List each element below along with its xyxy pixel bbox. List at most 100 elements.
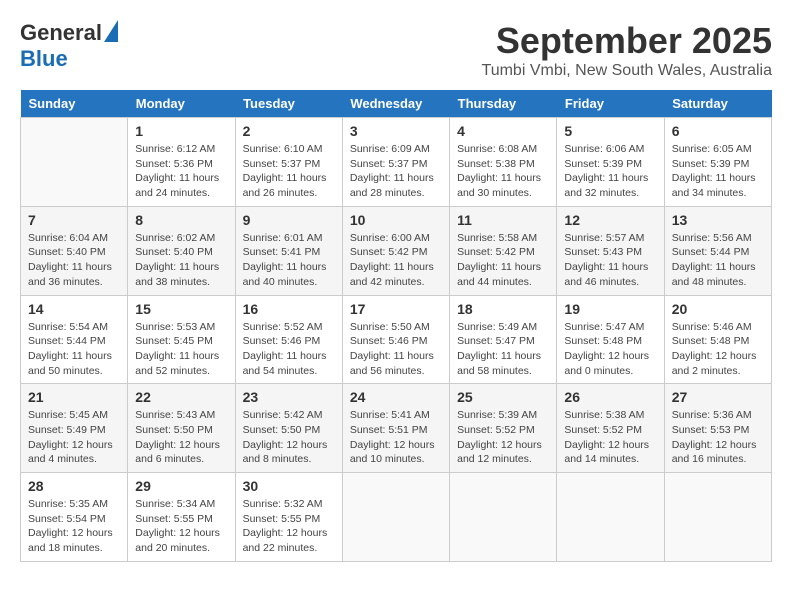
day-number: 15 — [135, 301, 227, 317]
calendar-week-row: 21 Sunrise: 5:45 AM Sunset: 5:49 PM Dayli… — [21, 384, 772, 473]
calendar-cell: 20 Sunrise: 5:46 AM Sunset: 5:48 PM Dayli… — [664, 295, 771, 384]
day-info: Sunrise: 6:09 AM Sunset: 5:37 PM Dayligh… — [350, 142, 442, 201]
calendar-cell: 29 Sunrise: 5:34 AM Sunset: 5:55 PM Dayli… — [128, 473, 235, 562]
calendar-cell: 27 Sunrise: 5:36 AM Sunset: 5:53 PM Dayli… — [664, 384, 771, 473]
day-number: 18 — [457, 301, 549, 317]
day-info: Sunrise: 6:05 AM Sunset: 5:39 PM Dayligh… — [672, 142, 764, 201]
day-info: Sunrise: 5:34 AM Sunset: 5:55 PM Dayligh… — [135, 497, 227, 556]
calendar-cell: 25 Sunrise: 5:39 AM Sunset: 5:52 PM Dayli… — [450, 384, 557, 473]
day-info: Sunrise: 5:43 AM Sunset: 5:50 PM Dayligh… — [135, 408, 227, 467]
day-number: 25 — [457, 389, 549, 405]
calendar-cell: 26 Sunrise: 5:38 AM Sunset: 5:52 PM Dayli… — [557, 384, 664, 473]
calendar-cell: 13Sunrise: 5:56 AM Sunset: 5:44 PM Dayli… — [664, 206, 771, 295]
calendar-cell: 18 Sunrise: 5:49 AM Sunset: 5:47 PM Dayli… — [450, 295, 557, 384]
day-number: 29 — [135, 478, 227, 494]
day-info: Sunrise: 5:54 AM Sunset: 5:44 PM Dayligh… — [28, 320, 120, 379]
day-info: Sunrise: 5:58 AM Sunset: 5:42 PM Dayligh… — [457, 231, 549, 290]
calendar-cell: 19 Sunrise: 5:47 AM Sunset: 5:48 PM Dayli… — [557, 295, 664, 384]
day-info: Sunrise: 5:39 AM Sunset: 5:52 PM Dayligh… — [457, 408, 549, 467]
calendar-cell — [450, 473, 557, 562]
day-number: 8 — [135, 212, 227, 228]
calendar-cell: 6 Sunrise: 6:05 AM Sunset: 5:39 PM Daylig… — [664, 118, 771, 207]
calendar-cell: 10 Sunrise: 6:00 AM Sunset: 5:42 PM Dayli… — [342, 206, 449, 295]
calendar-cell: 21 Sunrise: 5:45 AM Sunset: 5:49 PM Dayli… — [21, 384, 128, 473]
logo-general-text: General — [20, 20, 102, 46]
day-info: Sunrise: 6:10 AM Sunset: 5:37 PM Dayligh… — [243, 142, 335, 201]
col-header-sunday: Sunday — [21, 90, 128, 118]
month-title: September 2025 — [482, 20, 772, 62]
calendar-cell: 14 Sunrise: 5:54 AM Sunset: 5:44 PM Dayli… — [21, 295, 128, 384]
day-number: 23 — [243, 389, 335, 405]
calendar-cell — [664, 473, 771, 562]
day-info: Sunrise: 5:49 AM Sunset: 5:47 PM Dayligh… — [457, 320, 549, 379]
col-header-saturday: Saturday — [664, 90, 771, 118]
logo-triangle-icon — [104, 20, 118, 42]
day-info: Sunrise: 6:06 AM Sunset: 5:39 PM Dayligh… — [564, 142, 656, 201]
logo: General Blue — [20, 20, 118, 72]
day-info: Sunrise: 6:02 AM Sunset: 5:40 PM Dayligh… — [135, 231, 227, 290]
day-info: Sunrise: 5:47 AM Sunset: 5:48 PM Dayligh… — [564, 320, 656, 379]
calendar-cell: 12 Sunrise: 5:57 AM Sunset: 5:43 PM Dayli… — [557, 206, 664, 295]
day-info: Sunrise: 5:53 AM Sunset: 5:45 PM Dayligh… — [135, 320, 227, 379]
calendar-week-row: 1 Sunrise: 6:12 AM Sunset: 5:36 PM Daylig… — [21, 118, 772, 207]
day-number: 30 — [243, 478, 335, 494]
day-number: 27 — [672, 389, 764, 405]
day-info: Sunrise: 6:00 AM Sunset: 5:42 PM Dayligh… — [350, 231, 442, 290]
calendar-cell: 7Sunrise: 6:04 AM Sunset: 5:40 PM Daylig… — [21, 206, 128, 295]
day-info: Sunrise: 5:38 AM Sunset: 5:52 PM Dayligh… — [564, 408, 656, 467]
day-number: 2 — [243, 123, 335, 139]
title-section: September 2025 Tumbi Vmbi, New South Wal… — [482, 20, 772, 80]
day-number: 6 — [672, 123, 764, 139]
day-number: 4 — [457, 123, 549, 139]
calendar-cell — [21, 118, 128, 207]
day-number: 21 — [28, 389, 120, 405]
calendar-header-row: SundayMondayTuesdayWednesdayThursdayFrid… — [21, 90, 772, 118]
day-info: Sunrise: 5:36 AM Sunset: 5:53 PM Dayligh… — [672, 408, 764, 467]
day-info: Sunrise: 5:50 AM Sunset: 5:46 PM Dayligh… — [350, 320, 442, 379]
calendar-cell: 16 Sunrise: 5:52 AM Sunset: 5:46 PM Dayli… — [235, 295, 342, 384]
calendar-cell — [342, 473, 449, 562]
calendar-cell: 24Sunrise: 5:41 AM Sunset: 5:51 PM Dayli… — [342, 384, 449, 473]
day-number: 3 — [350, 123, 442, 139]
col-header-thursday: Thursday — [450, 90, 557, 118]
day-number: 1 — [135, 123, 227, 139]
calendar-cell: 9Sunrise: 6:01 AM Sunset: 5:41 PM Daylig… — [235, 206, 342, 295]
day-number: 16 — [243, 301, 335, 317]
calendar-cell: 5Sunrise: 6:06 AM Sunset: 5:39 PM Daylig… — [557, 118, 664, 207]
day-number: 11 — [457, 212, 549, 228]
day-info: Sunrise: 5:41 AM Sunset: 5:51 PM Dayligh… — [350, 408, 442, 467]
day-info: Sunrise: 5:42 AM Sunset: 5:50 PM Dayligh… — [243, 408, 335, 467]
day-number: 17 — [350, 301, 442, 317]
calendar-cell — [557, 473, 664, 562]
day-number: 12 — [564, 212, 656, 228]
calendar-cell: 4 Sunrise: 6:08 AM Sunset: 5:38 PM Daylig… — [450, 118, 557, 207]
calendar-week-row: 7Sunrise: 6:04 AM Sunset: 5:40 PM Daylig… — [21, 206, 772, 295]
day-info: Sunrise: 5:46 AM Sunset: 5:48 PM Dayligh… — [672, 320, 764, 379]
calendar-cell: 2 Sunrise: 6:10 AM Sunset: 5:37 PM Daylig… — [235, 118, 342, 207]
day-info: Sunrise: 6:01 AM Sunset: 5:41 PM Dayligh… — [243, 231, 335, 290]
calendar-cell: 30Sunrise: 5:32 AM Sunset: 5:55 PM Dayli… — [235, 473, 342, 562]
calendar-week-row: 28Sunrise: 5:35 AM Sunset: 5:54 PM Dayli… — [21, 473, 772, 562]
day-info: Sunrise: 6:12 AM Sunset: 5:36 PM Dayligh… — [135, 142, 227, 201]
calendar-cell: 28Sunrise: 5:35 AM Sunset: 5:54 PM Dayli… — [21, 473, 128, 562]
day-number: 22 — [135, 389, 227, 405]
day-number: 19 — [564, 301, 656, 317]
day-number: 14 — [28, 301, 120, 317]
day-number: 10 — [350, 212, 442, 228]
calendar-cell: 11 Sunrise: 5:58 AM Sunset: 5:42 PM Dayli… — [450, 206, 557, 295]
calendar-cell: 23 Sunrise: 5:42 AM Sunset: 5:50 PM Dayli… — [235, 384, 342, 473]
logo-blue-text: Blue — [20, 46, 68, 72]
day-number: 26 — [564, 389, 656, 405]
calendar-cell: 1 Sunrise: 6:12 AM Sunset: 5:36 PM Daylig… — [128, 118, 235, 207]
col-header-friday: Friday — [557, 90, 664, 118]
day-info: Sunrise: 5:57 AM Sunset: 5:43 PM Dayligh… — [564, 231, 656, 290]
day-info: Sunrise: 5:56 AM Sunset: 5:44 PM Dayligh… — [672, 231, 764, 290]
calendar-table: SundayMondayTuesdayWednesdayThursdayFrid… — [20, 90, 772, 562]
day-info: Sunrise: 6:08 AM Sunset: 5:38 PM Dayligh… — [457, 142, 549, 201]
day-info: Sunrise: 5:45 AM Sunset: 5:49 PM Dayligh… — [28, 408, 120, 467]
day-number: 20 — [672, 301, 764, 317]
col-header-wednesday: Wednesday — [342, 90, 449, 118]
day-number: 7 — [28, 212, 120, 228]
day-info: Sunrise: 5:52 AM Sunset: 5:46 PM Dayligh… — [243, 320, 335, 379]
calendar-cell: 8 Sunrise: 6:02 AM Sunset: 5:40 PM Daylig… — [128, 206, 235, 295]
